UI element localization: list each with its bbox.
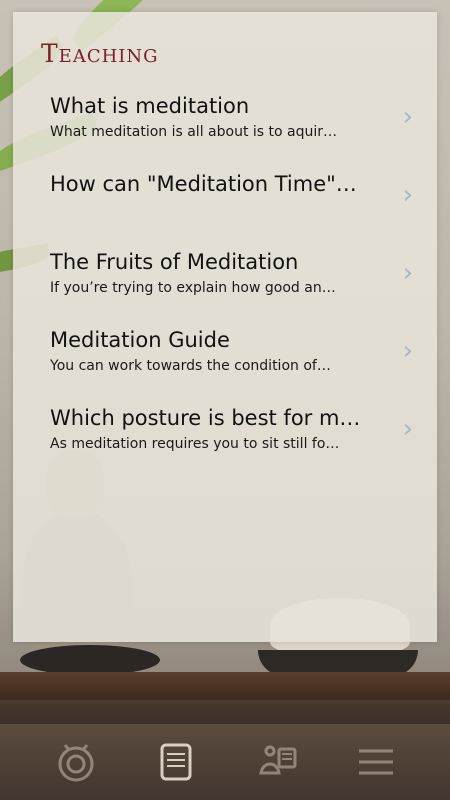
chevron-right-icon: › [402,414,413,444]
chevron-right-icon: › [402,102,413,132]
item-title: What is meditation [50,94,250,118]
list-item[interactable]: What is meditation What meditation is al… [50,94,440,164]
wood-shelf-lower [0,700,450,724]
item-title: Which posture is best for m… [50,406,361,430]
list-item[interactable]: Which posture is best for m… As meditati… [50,406,440,476]
wood-shelf [0,672,450,700]
tab-guide[interactable] [220,724,332,800]
item-subtitle: What meditation is all about is to aquir… [50,124,338,140]
meditation-guide-icon [259,745,297,775]
list-item[interactable]: The Fruits of Meditation If you’re tryin… [50,250,440,320]
tab-menu[interactable] [320,724,432,800]
tab-bar [0,724,450,800]
scroll-icon [160,743,192,781]
chevron-right-icon: › [402,180,413,210]
page-title: Teaching [41,39,159,68]
item-subtitle: If you’re trying to explain how good an… [50,280,336,296]
item-title: The Fruits of Meditation [50,250,299,274]
list-item[interactable]: How can "Meditation Time"… › [50,172,440,242]
teaching-panel: Teaching What is meditation What meditat… [13,12,437,642]
item-title: Meditation Guide [50,328,230,352]
stone-base [20,645,160,675]
tab-timer[interactable] [20,724,132,800]
item-subtitle: As meditation requires you to sit still … [50,436,340,452]
menu-icon [359,749,393,775]
chevron-right-icon: › [402,258,413,288]
item-subtitle: You can work towards the condition of… [50,358,331,374]
list-item[interactable]: Meditation Guide You can work towards th… [50,328,440,398]
tab-teaching[interactable] [120,724,232,800]
chevron-right-icon: › [402,336,413,366]
timer-icon [58,744,94,782]
item-title: How can "Meditation Time"… [50,172,357,196]
